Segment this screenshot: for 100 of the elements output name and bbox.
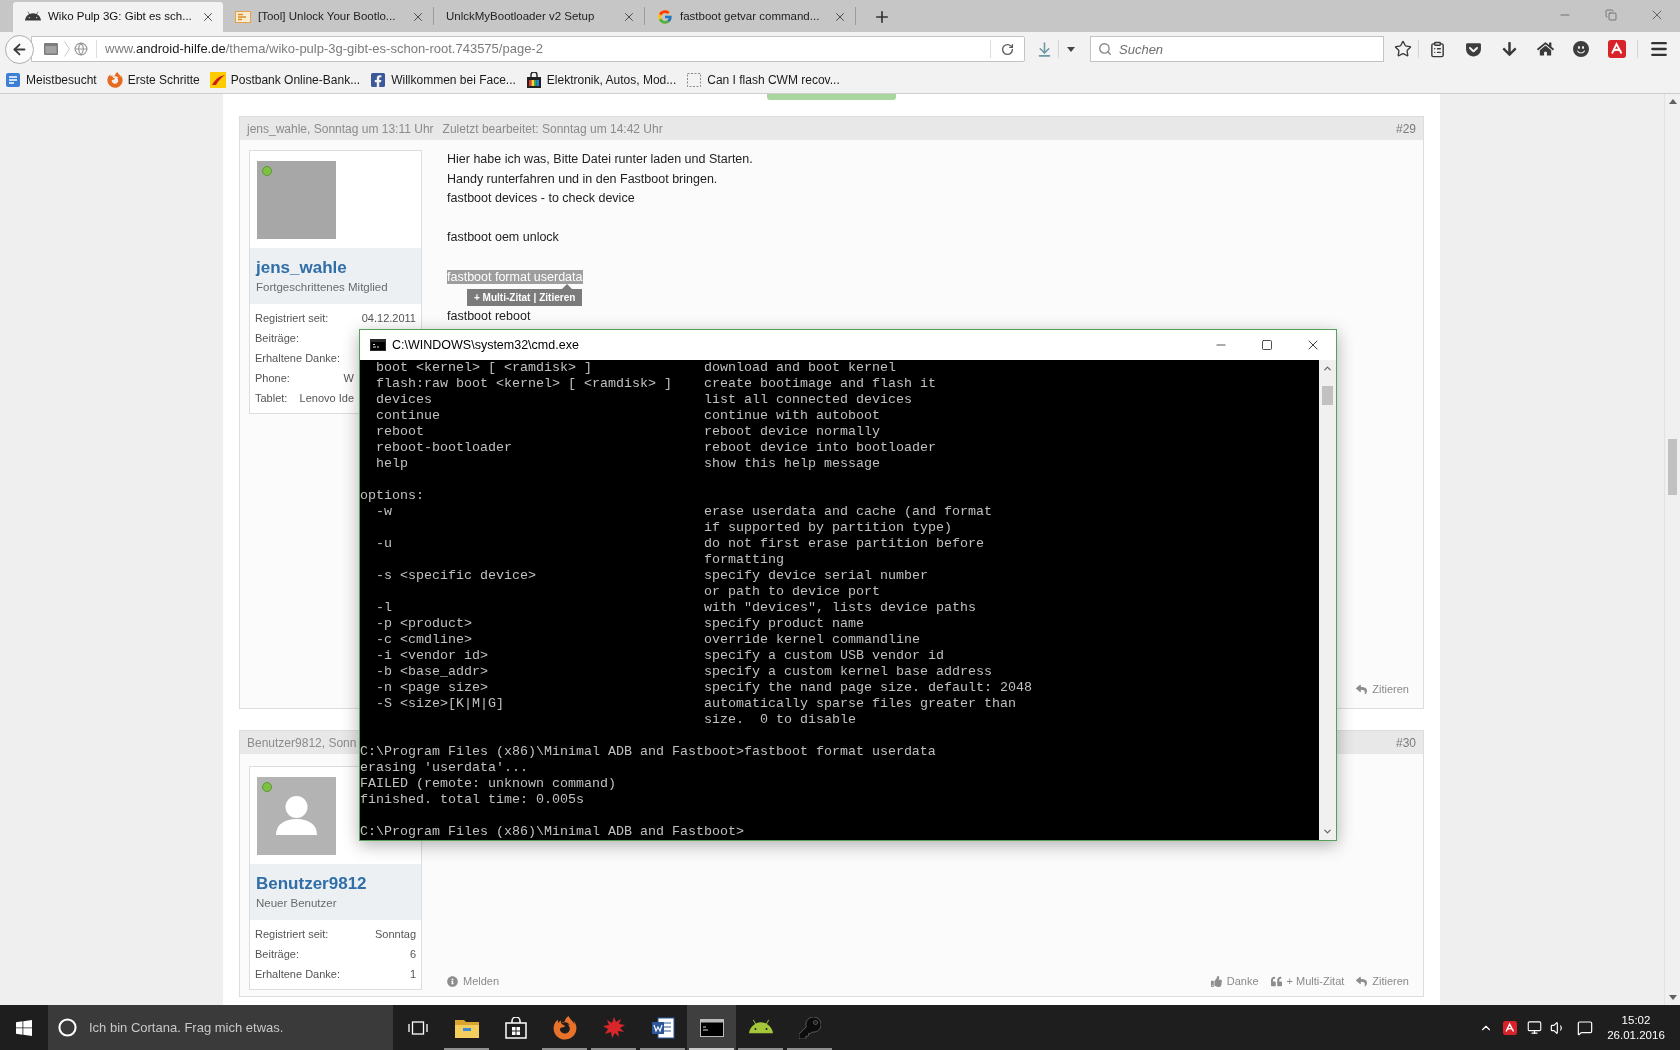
scroll-down-icon[interactable] <box>1322 826 1333 837</box>
home-icon[interactable] <box>1536 41 1554 57</box>
browser-tab[interactable]: fastboot getvar command... <box>645 2 855 32</box>
new-tab-icon[interactable] <box>873 8 891 26</box>
console-command: -b <base_addr> <box>376 664 488 680</box>
scrollbar-thumb[interactable] <box>1668 439 1677 495</box>
search-field[interactable]: Ich bin Cortana. Frag mich etwas. <box>48 1005 393 1050</box>
post-author-date: jens_wahle, Sonntag um 13:11 Uhr <box>247 120 434 138</box>
stat-value: Sonntag <box>375 926 416 942</box>
stat-value: W <box>343 370 354 386</box>
clock-date[interactable]: 26.01.2016 <box>1607 1027 1665 1043</box>
star-icon[interactable] <box>1394 40 1412 58</box>
quote-link[interactable]: Zitieren <box>1356 972 1409 990</box>
console-command: reboot <box>376 424 424 440</box>
close-icon[interactable] <box>833 10 847 24</box>
username-link[interactable]: jens_wahle <box>256 257 347 279</box>
scrollbar-thumb[interactable] <box>1322 386 1333 405</box>
taskbar-app-button[interactable] <box>687 1005 736 1050</box>
clock-time[interactable]: 15:02 <box>1621 1012 1651 1028</box>
console-description: with "devices", lists device paths <box>704 600 976 616</box>
stat-label: Erhaltene Danke: <box>255 350 340 366</box>
scroll-up-icon[interactable] <box>1668 99 1677 104</box>
spiky-creature-icon <box>601 1015 626 1040</box>
console-command: -S <size>[K|M|G] <box>376 696 504 712</box>
quote-marks-icon <box>1270 975 1282 987</box>
document-icon <box>650 1015 675 1040</box>
task-view-icon[interactable] <box>407 1019 428 1036</box>
reload-icon[interactable] <box>1001 42 1014 56</box>
multi-quote-link[interactable]: + Multi-Zitat <box>474 290 531 305</box>
f-logo-icon <box>370 71 387 88</box>
stat-value: 04.12.2011 <box>361 310 416 326</box>
back-button[interactable] <box>5 34 34 64</box>
network-monitor-icon[interactable] <box>1526 1020 1542 1035</box>
console-command: -w <box>376 504 392 520</box>
post-text-line: Hier habe ich was, Bitte Datei runter laden und Starten. <box>447 152 753 166</box>
search-field[interactable]: Suchen <box>1090 36 1384 62</box>
username-link[interactable]: Benutzer9812 <box>256 873 367 895</box>
console-command: boot <kernel> [ <ramdisk> ] <box>376 360 592 376</box>
post-number-link[interactable]: #29 <box>1395 119 1416 138</box>
browser-tab[interactable]: [Tool] Unlock Your Bootlo... <box>223 2 433 32</box>
close-icon[interactable] <box>411 10 425 24</box>
badge-logo-icon[interactable] <box>1503 1020 1517 1035</box>
link-separator: | <box>533 291 537 305</box>
console-description: do not first erase partition before <box>704 536 984 552</box>
shield-chevron-icon[interactable] <box>1464 40 1482 58</box>
stat-value: Lenovo Ide <box>299 390 354 406</box>
console-description: specify device serial number <box>704 568 928 584</box>
maximize-icon[interactable] <box>1261 339 1273 351</box>
post-text-line: fastboot devices - to check device <box>447 191 635 206</box>
scroll-down-icon[interactable] <box>1668 995 1677 1000</box>
menu-icon[interactable] <box>1649 39 1669 59</box>
console-command: flash:raw boot <kernel> [ <ramdisk> ] <box>376 376 672 392</box>
browser-tab[interactable]: UnlckMyBootloader v2 Setup <box>434 2 644 32</box>
thumbs-up-icon <box>1210 975 1222 987</box>
post-text-line: Handy runterfahren und in den Fastboot bringen. <box>447 171 718 186</box>
close-icon[interactable] <box>201 10 215 24</box>
quote-link[interactable]: Zitieren <box>1356 680 1409 698</box>
browser-tab[interactable]: Wiko Pulp 3G: Gibt es sch... <box>13 2 223 32</box>
bookmark-item[interactable]: Willkommen bei Face... <box>367 68 519 91</box>
console-command: -s <specific device> <box>376 568 536 584</box>
bookmark-item[interactable]: Meistbesucht <box>2 68 100 91</box>
report-link[interactable]: Melden <box>447 972 500 990</box>
bookmark-item[interactable]: Can I flash CWM recov... <box>683 68 843 91</box>
post-number-link[interactable]: #30 <box>1395 733 1416 752</box>
console-description: if supported by partition type) <box>704 520 952 536</box>
window-title: C:\WINDOWS\system32\cmd.exe <box>392 336 579 354</box>
shopping-bag-icon <box>504 1016 527 1039</box>
logo-icon <box>235 9 251 25</box>
thanks-link[interactable]: Danke <box>1210 972 1259 990</box>
url-text: www.android-hilfe.de/thema/wiko-pulp-3g-gibt-es-schon-root.743575/page-2 <box>105 40 543 59</box>
notification-icon[interactable] <box>1577 1019 1593 1036</box>
bookmark-item[interactable]: Elektronik, Autos, Mod... <box>522 68 680 91</box>
swoosh-logo-icon <box>209 71 226 88</box>
four-panes-icon[interactable] <box>16 1019 32 1036</box>
user-rank: Fortgeschrittenes Mitglied <box>256 280 388 295</box>
console-description: download and boot kernel <box>704 360 896 376</box>
down-arrow-icon[interactable] <box>1501 41 1517 57</box>
browser-logo-icon <box>106 71 123 88</box>
stat-label: Registriert seit: <box>255 310 329 326</box>
console-command: devices <box>376 392 432 408</box>
bookmark-item[interactable]: Postbank Online-Bank... <box>206 68 364 91</box>
address-field[interactable]: www.android-hilfe.de/thema/wiko-pulp-3g-gibt-es-schon-root.743575/page-2 <box>31 36 1025 62</box>
caret-icon[interactable] <box>1066 46 1075 52</box>
console-line: FAILED (remote: unknown command) <box>360 776 616 792</box>
multi-quote-link[interactable]: + Multi-Zitat <box>1270 972 1345 990</box>
shopping-bag-icon <box>525 71 542 88</box>
stat-value: 6 <box>409 946 416 962</box>
bookmark-item[interactable]: Erste Schritte <box>103 68 203 91</box>
smiley-icon[interactable] <box>1573 41 1589 57</box>
console-command: -p <product> <box>376 616 472 632</box>
stat-label: Erhaltene Danke: <box>255 966 340 982</box>
quote-link[interactable]: Zitieren <box>539 290 576 305</box>
list-page-icon <box>5 71 21 88</box>
g-logo-icon <box>657 9 673 25</box>
console-description: show this help message <box>704 456 880 472</box>
clipboard-list-icon[interactable] <box>1428 40 1446 58</box>
close-icon[interactable] <box>622 10 636 24</box>
stat-value: 1 <box>409 966 416 982</box>
post-author-date: Benutzer9812, Sonn <box>247 734 357 752</box>
console-description: automatically sparse files greater than <box>704 696 1016 712</box>
